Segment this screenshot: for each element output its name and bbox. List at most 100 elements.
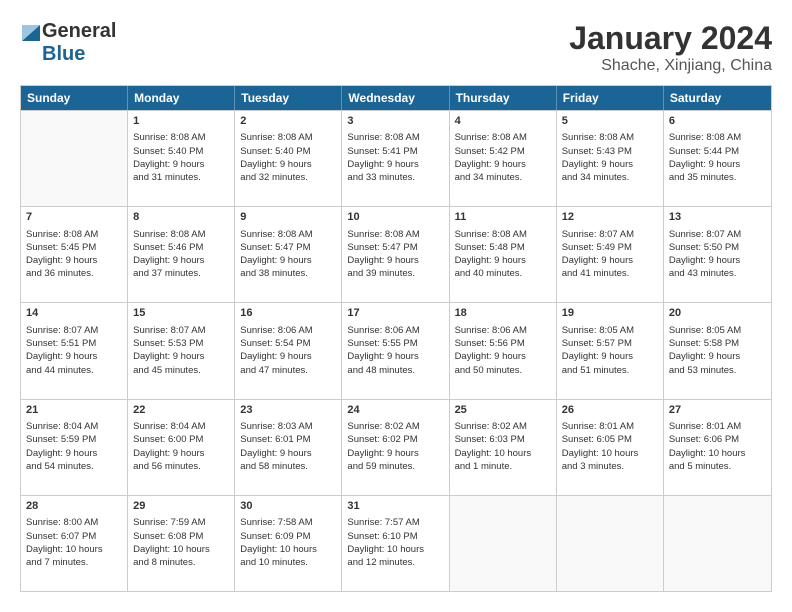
cell-line-w1-d5-l0: Sunrise: 8:07 AM [562, 228, 658, 241]
cell-line-w3-d3-l0: Sunrise: 8:02 AM [347, 420, 443, 433]
cell-line-w4-d1-l2: Daylight: 10 hours [133, 543, 229, 556]
cell-line-w3-d5-l2: Daylight: 10 hours [562, 447, 658, 460]
cell-line-w3-d2-l3: and 58 minutes. [240, 460, 336, 473]
cell-line-w1-d0-l0: Sunrise: 8:08 AM [26, 228, 122, 241]
header-monday: Monday [128, 86, 235, 110]
cell-line-w2-d4-l1: Sunset: 5:56 PM [455, 337, 551, 350]
cell-line-w1-d3-l3: and 39 minutes. [347, 267, 443, 280]
day-number-10: 10 [347, 210, 443, 225]
header-friday: Friday [557, 86, 664, 110]
day-number-14: 14 [26, 306, 122, 321]
cell-line-w0-d6-l0: Sunrise: 8:08 AM [669, 131, 766, 144]
day-number-7: 7 [26, 210, 122, 225]
cell-line-w0-d4-l2: Daylight: 9 hours [455, 158, 551, 171]
cell-line-w2-d6-l2: Daylight: 9 hours [669, 350, 766, 363]
cell-line-w0-d5-l2: Daylight: 9 hours [562, 158, 658, 171]
cell-line-w1-d4-l3: and 40 minutes. [455, 267, 551, 280]
cell-line-w1-d2-l1: Sunset: 5:47 PM [240, 241, 336, 254]
cell-w3-d5: 26Sunrise: 8:01 AMSunset: 6:05 PMDayligh… [557, 400, 664, 495]
cell-line-w3-d6-l2: Daylight: 10 hours [669, 447, 766, 460]
calendar-body: 1Sunrise: 8:08 AMSunset: 5:40 PMDaylight… [21, 110, 771, 591]
month-title: January 2024 [569, 20, 772, 57]
day-number-16: 16 [240, 306, 336, 321]
cell-line-w0-d5-l3: and 34 minutes. [562, 171, 658, 184]
cell-line-w4-d2-l1: Sunset: 6:09 PM [240, 530, 336, 543]
cell-w4-d3: 31Sunrise: 7:57 AMSunset: 6:10 PMDayligh… [342, 496, 449, 591]
cell-w3-d2: 23Sunrise: 8:03 AMSunset: 6:01 PMDayligh… [235, 400, 342, 495]
cell-line-w0-d4-l3: and 34 minutes. [455, 171, 551, 184]
header-thursday: Thursday [450, 86, 557, 110]
cell-w2-d6: 20Sunrise: 8:05 AMSunset: 5:58 PMDayligh… [664, 303, 771, 398]
day-number-22: 22 [133, 403, 229, 418]
cell-w1-d0: 7 Sunrise: 8:08 AMSunset: 5:45 PMDaylight… [21, 207, 128, 302]
cell-line-w1-d2-l3: and 38 minutes. [240, 267, 336, 280]
cell-w1-d3: 10Sunrise: 8:08 AMSunset: 5:47 PMDayligh… [342, 207, 449, 302]
cell-line-w1-d6-l0: Sunrise: 8:07 AM [669, 228, 766, 241]
cell-line-w2-d1-l2: Daylight: 9 hours [133, 350, 229, 363]
day-number-31: 31 [347, 499, 443, 514]
cell-line-w4-d0-l0: Sunrise: 8:00 AM [26, 516, 122, 529]
cell-line-w1-d0-l2: Daylight: 9 hours [26, 254, 122, 267]
day-number-8: 8 [133, 210, 229, 225]
cell-line-w0-d4-l0: Sunrise: 8:08 AM [455, 131, 551, 144]
cell-line-w4-d2-l0: Sunrise: 7:58 AM [240, 516, 336, 529]
cell-w2-d4: 18Sunrise: 8:06 AMSunset: 5:56 PMDayligh… [450, 303, 557, 398]
cell-line-w0-d2-l1: Sunset: 5:40 PM [240, 145, 336, 158]
cell-line-w3-d4-l0: Sunrise: 8:02 AM [455, 420, 551, 433]
cell-w3-d0: 21Sunrise: 8:04 AMSunset: 5:59 PMDayligh… [21, 400, 128, 495]
cell-line-w3-d0-l3: and 54 minutes. [26, 460, 122, 473]
day-number-2: 2 [240, 114, 336, 129]
week-row-0: 1Sunrise: 8:08 AMSunset: 5:40 PMDaylight… [21, 110, 771, 206]
cell-line-w0-d3-l3: and 33 minutes. [347, 171, 443, 184]
day-number-3: 3 [347, 114, 443, 129]
cell-line-w1-d6-l1: Sunset: 5:50 PM [669, 241, 766, 254]
cell-line-w1-d5-l1: Sunset: 5:49 PM [562, 241, 658, 254]
cell-line-w4-d1-l1: Sunset: 6:08 PM [133, 530, 229, 543]
cell-w0-d4: 4 Sunrise: 8:08 AMSunset: 5:42 PMDaylight… [450, 111, 557, 206]
cell-line-w4-d0-l2: Daylight: 10 hours [26, 543, 122, 556]
cell-line-w4-d2-l2: Daylight: 10 hours [240, 543, 336, 556]
day-number-19: 19 [562, 306, 658, 321]
cell-line-w2-d3-l2: Daylight: 9 hours [347, 350, 443, 363]
cell-line-w2-d0-l3: and 44 minutes. [26, 364, 122, 377]
cell-line-w4-d0-l3: and 7 minutes. [26, 556, 122, 569]
day-number-20: 20 [669, 306, 766, 321]
cell-line-w0-d5-l0: Sunrise: 8:08 AM [562, 131, 658, 144]
day-number-26: 26 [562, 403, 658, 418]
cell-line-w0-d6-l3: and 35 minutes. [669, 171, 766, 184]
day-number-4: 4 [455, 114, 551, 129]
cell-line-w0-d4-l1: Sunset: 5:42 PM [455, 145, 551, 158]
cell-line-w4-d3-l1: Sunset: 6:10 PM [347, 530, 443, 543]
cell-w0-d1: 1Sunrise: 8:08 AMSunset: 5:40 PMDaylight… [128, 111, 235, 206]
cell-line-w0-d2-l2: Daylight: 9 hours [240, 158, 336, 171]
cell-line-w2-d2-l1: Sunset: 5:54 PM [240, 337, 336, 350]
cell-line-w3-d3-l1: Sunset: 6:02 PM [347, 433, 443, 446]
cell-w0-d5: 5Sunrise: 8:08 AMSunset: 5:43 PMDaylight… [557, 111, 664, 206]
cell-w0-d3: 3Sunrise: 8:08 AMSunset: 5:41 PMDaylight… [342, 111, 449, 206]
cell-line-w3-d4-l2: Daylight: 10 hours [455, 447, 551, 460]
cell-w3-d3: 24Sunrise: 8:02 AMSunset: 6:02 PMDayligh… [342, 400, 449, 495]
header-tuesday: Tuesday [235, 86, 342, 110]
cell-line-w2-d3-l0: Sunrise: 8:06 AM [347, 324, 443, 337]
cell-line-w0-d5-l1: Sunset: 5:43 PM [562, 145, 658, 158]
day-number-24: 24 [347, 403, 443, 418]
cell-line-w2-d6-l3: and 53 minutes. [669, 364, 766, 377]
day-number-13: 13 [669, 210, 766, 225]
cell-w1-d5: 12Sunrise: 8:07 AMSunset: 5:49 PMDayligh… [557, 207, 664, 302]
cell-line-w2-d0-l2: Daylight: 9 hours [26, 350, 122, 363]
cell-w2-d2: 16Sunrise: 8:06 AMSunset: 5:54 PMDayligh… [235, 303, 342, 398]
cell-line-w2-d6-l0: Sunrise: 8:05 AM [669, 324, 766, 337]
cell-line-w4-d2-l3: and 10 minutes. [240, 556, 336, 569]
cell-line-w0-d6-l1: Sunset: 5:44 PM [669, 145, 766, 158]
cell-line-w1-d4-l0: Sunrise: 8:08 AM [455, 228, 551, 241]
cell-w4-d6 [664, 496, 771, 591]
day-number-27: 27 [669, 403, 766, 418]
cell-line-w2-d0-l0: Sunrise: 8:07 AM [26, 324, 122, 337]
cell-line-w1-d5-l3: and 41 minutes. [562, 267, 658, 280]
cell-line-w1-d4-l2: Daylight: 9 hours [455, 254, 551, 267]
day-number-30: 30 [240, 499, 336, 514]
cell-line-w2-d5-l2: Daylight: 9 hours [562, 350, 658, 363]
cell-w1-d6: 13Sunrise: 8:07 AMSunset: 5:50 PMDayligh… [664, 207, 771, 302]
cell-line-w3-d0-l1: Sunset: 5:59 PM [26, 433, 122, 446]
cell-line-w1-d0-l1: Sunset: 5:45 PM [26, 241, 122, 254]
